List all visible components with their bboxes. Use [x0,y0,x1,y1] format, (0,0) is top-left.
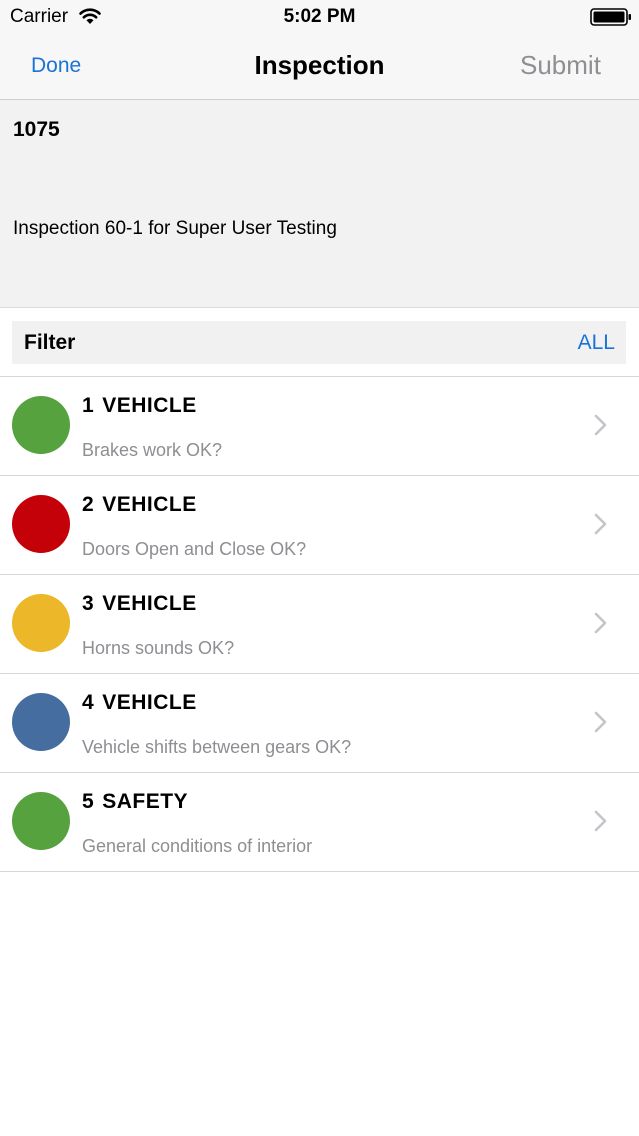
inspection-header: 1075 Inspection 60-1 for Super User Test… [0,100,639,308]
status-dot [12,594,70,652]
chevron-right-icon [594,513,607,535]
chevron-right-icon [594,414,607,436]
filter-bar[interactable]: Filter ALL [12,321,626,364]
item-category: VEHICLE [102,493,197,516]
battery-icon [590,8,631,26]
status-time: 5:02 PM [283,6,356,27]
filter-all-button[interactable]: ALL [578,331,615,355]
item-category: SAFETY [102,790,189,813]
item-heading: 4 VEHICLE [82,691,197,715]
status-dot [12,693,70,751]
inspection-description: Inspection 60-1 for Super User Testing [13,218,337,239]
item-heading: 1 VEHICLE [82,394,197,418]
item-heading: 3 VEHICLE [82,592,197,616]
filter-section: Filter ALL [0,308,639,377]
filter-label: Filter [24,331,76,354]
chevron-right-icon [594,711,607,733]
chevron-right-icon [594,612,607,634]
item-question: General conditions of interior [82,836,313,856]
inspection-code: 1075 [13,118,60,141]
navigation-bar: Done Inspection Submit [0,34,639,100]
list-item[interactable]: 1 VEHICLE Brakes work OK? [0,377,639,476]
status-bar: Carrier 5:02 PM [0,0,639,34]
inspection-item-list: 1 VEHICLE Brakes work OK? 2 VEHICLE Doors … [0,377,639,872]
item-question: Brakes work OK? [82,440,223,460]
item-number: 5 [82,790,95,813]
submit-button[interactable]: Submit [520,50,601,81]
item-question: Vehicle shifts between gears OK? [82,737,352,757]
item-number: 4 [82,691,95,714]
item-number: 2 [82,493,95,516]
item-category: VEHICLE [102,592,197,615]
status-dot [12,396,70,454]
list-item[interactable]: 3 VEHICLE Horns sounds OK? [0,575,639,674]
item-category: VEHICLE [102,394,197,417]
item-heading: 2 VEHICLE [82,493,197,517]
item-question: Doors Open and Close OK? [82,539,307,559]
status-dot [12,792,70,850]
item-category: VEHICLE [102,691,197,714]
item-heading: 5 SAFETY [82,790,188,814]
item-number: 3 [82,592,95,615]
item-number: 1 [82,394,95,417]
status-dot [12,495,70,553]
list-item[interactable]: 2 VEHICLE Doors Open and Close OK? [0,476,639,575]
item-question: Horns sounds OK? [82,638,235,658]
list-item[interactable]: 5 SAFETY General conditions of interior [0,773,639,872]
chevron-right-icon [594,810,607,832]
list-item[interactable]: 4 VEHICLE Vehicle shifts between gears OK… [0,674,639,773]
